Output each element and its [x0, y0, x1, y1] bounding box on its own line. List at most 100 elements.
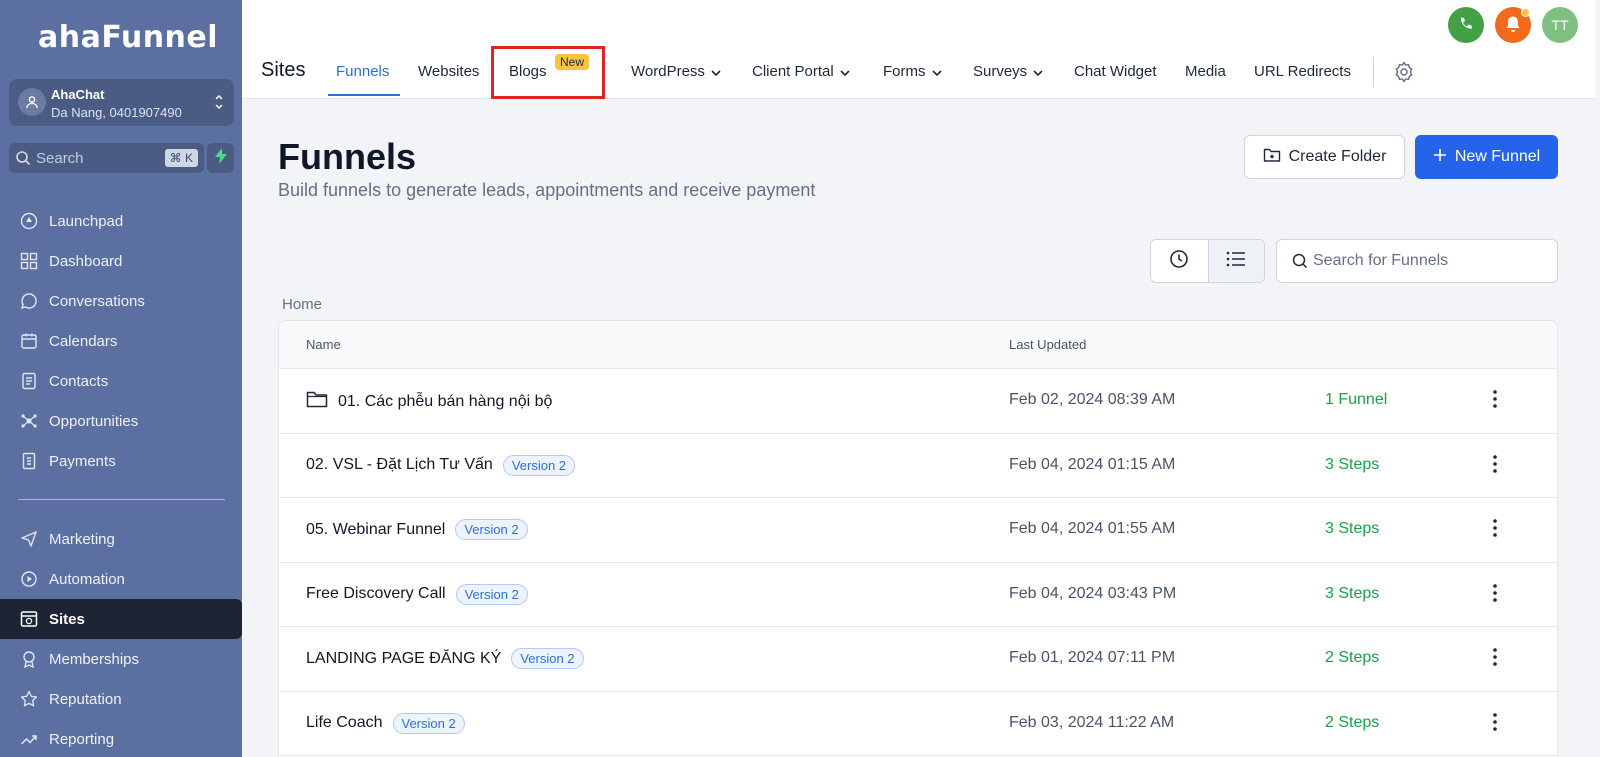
phone-button[interactable] — [1448, 7, 1484, 43]
sidebar-item-contacts[interactable]: Contacts — [0, 361, 242, 401]
account-switcher[interactable]: AhaChat Da Nang, 0401907490 — [9, 79, 234, 126]
row-updated: Feb 02, 2024 08:39 AM — [1009, 391, 1176, 408]
row-name-cell: 01. Các phễu bán hàng nội bộ — [306, 390, 552, 413]
sidebar-item-memberships[interactable]: Memberships — [0, 639, 242, 679]
chevron-down-icon — [931, 63, 942, 80]
tab-label: Forms — [883, 63, 926, 80]
page-title: Funnels — [278, 136, 417, 177]
row-name: 01. Các phễu bán hàng nội bộ — [338, 392, 553, 410]
table-row[interactable]: Free Discovery Call Version 2 Feb 04, 20… — [279, 563, 1557, 627]
table-row[interactable]: 01. Các phễu bán hàng nội bộ Feb 02, 202… — [279, 369, 1557, 434]
sidebar-item-payments[interactable]: Payments — [0, 441, 242, 481]
sidebar-item-label: Sites — [49, 610, 85, 628]
user-avatar[interactable]: TT — [1542, 7, 1578, 43]
opportunities-icon — [19, 411, 39, 431]
tab-chat-widget[interactable]: Chat Widget — [1074, 63, 1157, 80]
sidebar-item-label: Conversations — [49, 292, 145, 310]
row-name-cell: 05. Webinar Funnel Version 2 — [306, 519, 528, 540]
notifications-button[interactable] — [1495, 7, 1531, 43]
sidebar-item-marketing[interactable]: Marketing — [0, 519, 242, 559]
more-vertical-icon[interactable] — [1487, 516, 1503, 540]
receipt-icon — [19, 451, 39, 471]
top-nav-bar: Sites Funnels Websites Blogs New WordPre… — [242, 0, 1595, 99]
table-row[interactable]: Life Coach Version 2 Feb 03, 2024 11:22 … — [279, 692, 1557, 756]
sidebar-search[interactable]: Search ⌘ K — [9, 143, 204, 173]
funnel-search — [1276, 239, 1558, 283]
column-header-name[interactable]: Name — [306, 337, 341, 352]
tab-funnels[interactable]: Funnels — [336, 63, 389, 80]
sidebar-nav-bottom: Marketing Automation Sites Memberships R… — [0, 519, 242, 757]
more-vertical-icon[interactable] — [1487, 581, 1503, 605]
chevron-down-icon — [1033, 63, 1043, 80]
tab-label: Surveys — [973, 63, 1028, 80]
sidebar-item-calendars[interactable]: Calendars — [0, 321, 242, 361]
page-subtitle: Build funnels to generate leads, appoint… — [278, 180, 816, 200]
chevron-down-icon — [840, 63, 850, 80]
phone-icon — [1458, 16, 1474, 35]
tab-surveys[interactable]: Surveys — [973, 63, 1043, 80]
account-name: AhaChat — [51, 87, 105, 102]
list-view-button[interactable] — [1207, 240, 1264, 282]
sidebar-item-automation[interactable]: Automation — [0, 559, 242, 599]
sidebar-item-label: Memberships — [49, 650, 140, 668]
row-name-cell: LANDING PAGE ĐĂNG KÝ Version 2 — [306, 648, 584, 669]
tabs-divider — [1373, 57, 1374, 87]
sidebar-item-conversations[interactable]: Conversations — [0, 281, 242, 321]
sidebar-item-label: Reputation — [49, 690, 122, 708]
sidebar-item-launchpad[interactable]: Launchpad — [0, 201, 242, 241]
chevron-updown-icon — [214, 91, 224, 118]
sidebar-item-label: Payments — [49, 452, 116, 470]
new-funnel-button[interactable]: New Funnel — [1415, 135, 1558, 179]
account-detail: Da Nang, 0401907490 — [51, 105, 182, 120]
sidebar-item-label: Launchpad — [49, 212, 124, 230]
tab-wordpress[interactable]: WordPress — [631, 63, 721, 80]
row-name: Free Discovery Call — [306, 585, 446, 602]
table-row[interactable]: LANDING PAGE ĐĂNG KÝ Version 2 Feb 01, 2… — [279, 627, 1557, 692]
create-folder-button[interactable]: Create Folder — [1244, 135, 1405, 179]
sidebar: ahaFunnel AhaChat Da Nang, 0401907490 Se… — [0, 0, 242, 757]
version-badge: Version 2 — [502, 454, 576, 476]
sidebar-item-opportunities[interactable]: Opportunities — [0, 401, 242, 441]
brand-logo[interactable]: ahaFunnel — [38, 20, 218, 55]
sidebar-item-reporting[interactable]: Reporting — [0, 719, 242, 757]
more-vertical-icon[interactable] — [1487, 387, 1503, 411]
calendar-icon — [19, 331, 39, 351]
version-badge: Version 2 — [392, 712, 465, 734]
row-name-cell: Life Coach Version 2 — [306, 712, 465, 734]
sidebar-item-label: Opportunities — [49, 412, 139, 430]
tab-url-redirects[interactable]: URL Redirects — [1254, 63, 1351, 80]
version-badge: Version 2 — [511, 648, 584, 669]
breadcrumb[interactable]: Home — [282, 296, 322, 313]
more-vertical-icon[interactable] — [1487, 710, 1503, 734]
recent-view-button[interactable] — [1151, 240, 1208, 282]
tab-media[interactable]: Media — [1185, 63, 1226, 80]
more-vertical-icon[interactable] — [1487, 645, 1503, 669]
table-row[interactable]: 02. VSL - Đặt Lịch Tư Vấn Version 2 Feb … — [279, 434, 1557, 498]
sidebar-item-reputation[interactable]: Reputation — [0, 679, 242, 719]
gear-icon[interactable] — [1393, 61, 1415, 88]
table-row[interactable]: 05. Webinar Funnel Version 2 Feb 04, 202… — [279, 498, 1557, 563]
tab-forms[interactable]: Forms — [883, 63, 942, 80]
row-status: 3 Steps — [1325, 584, 1380, 602]
sidebar-item-label: Automation — [49, 570, 125, 588]
quick-action-button[interactable] — [207, 143, 234, 173]
tab-websites[interactable]: Websites — [418, 63, 479, 80]
view-toggle — [1150, 239, 1265, 283]
more-vertical-icon[interactable] — [1487, 452, 1503, 476]
active-tab-indicator — [328, 94, 400, 96]
chevron-down-icon — [711, 63, 721, 80]
search-shortcut: ⌘ K — [164, 149, 198, 167]
user-icon — [18, 88, 46, 116]
column-header-updated[interactable]: Last Updated — [1009, 337, 1086, 352]
row-updated: Feb 03, 2024 11:22 AM — [1009, 713, 1175, 731]
sidebar-nav-top: Launchpad Dashboard Conversations Calend… — [0, 201, 242, 481]
tab-client-portal[interactable]: Client Portal — [752, 63, 850, 80]
funnel-search-input[interactable] — [1313, 250, 1549, 272]
send-icon — [19, 529, 39, 549]
row-name-cell: 02. VSL - Đặt Lịch Tư Vấn Version 2 — [306, 454, 576, 476]
sidebar-item-dashboard[interactable]: Dashboard — [0, 241, 242, 281]
clock-icon — [1169, 249, 1189, 274]
tab-label: Client Portal — [752, 63, 834, 80]
row-name-cell: Free Discovery Call Version 2 — [306, 583, 528, 605]
sidebar-item-sites[interactable]: Sites — [0, 599, 242, 639]
